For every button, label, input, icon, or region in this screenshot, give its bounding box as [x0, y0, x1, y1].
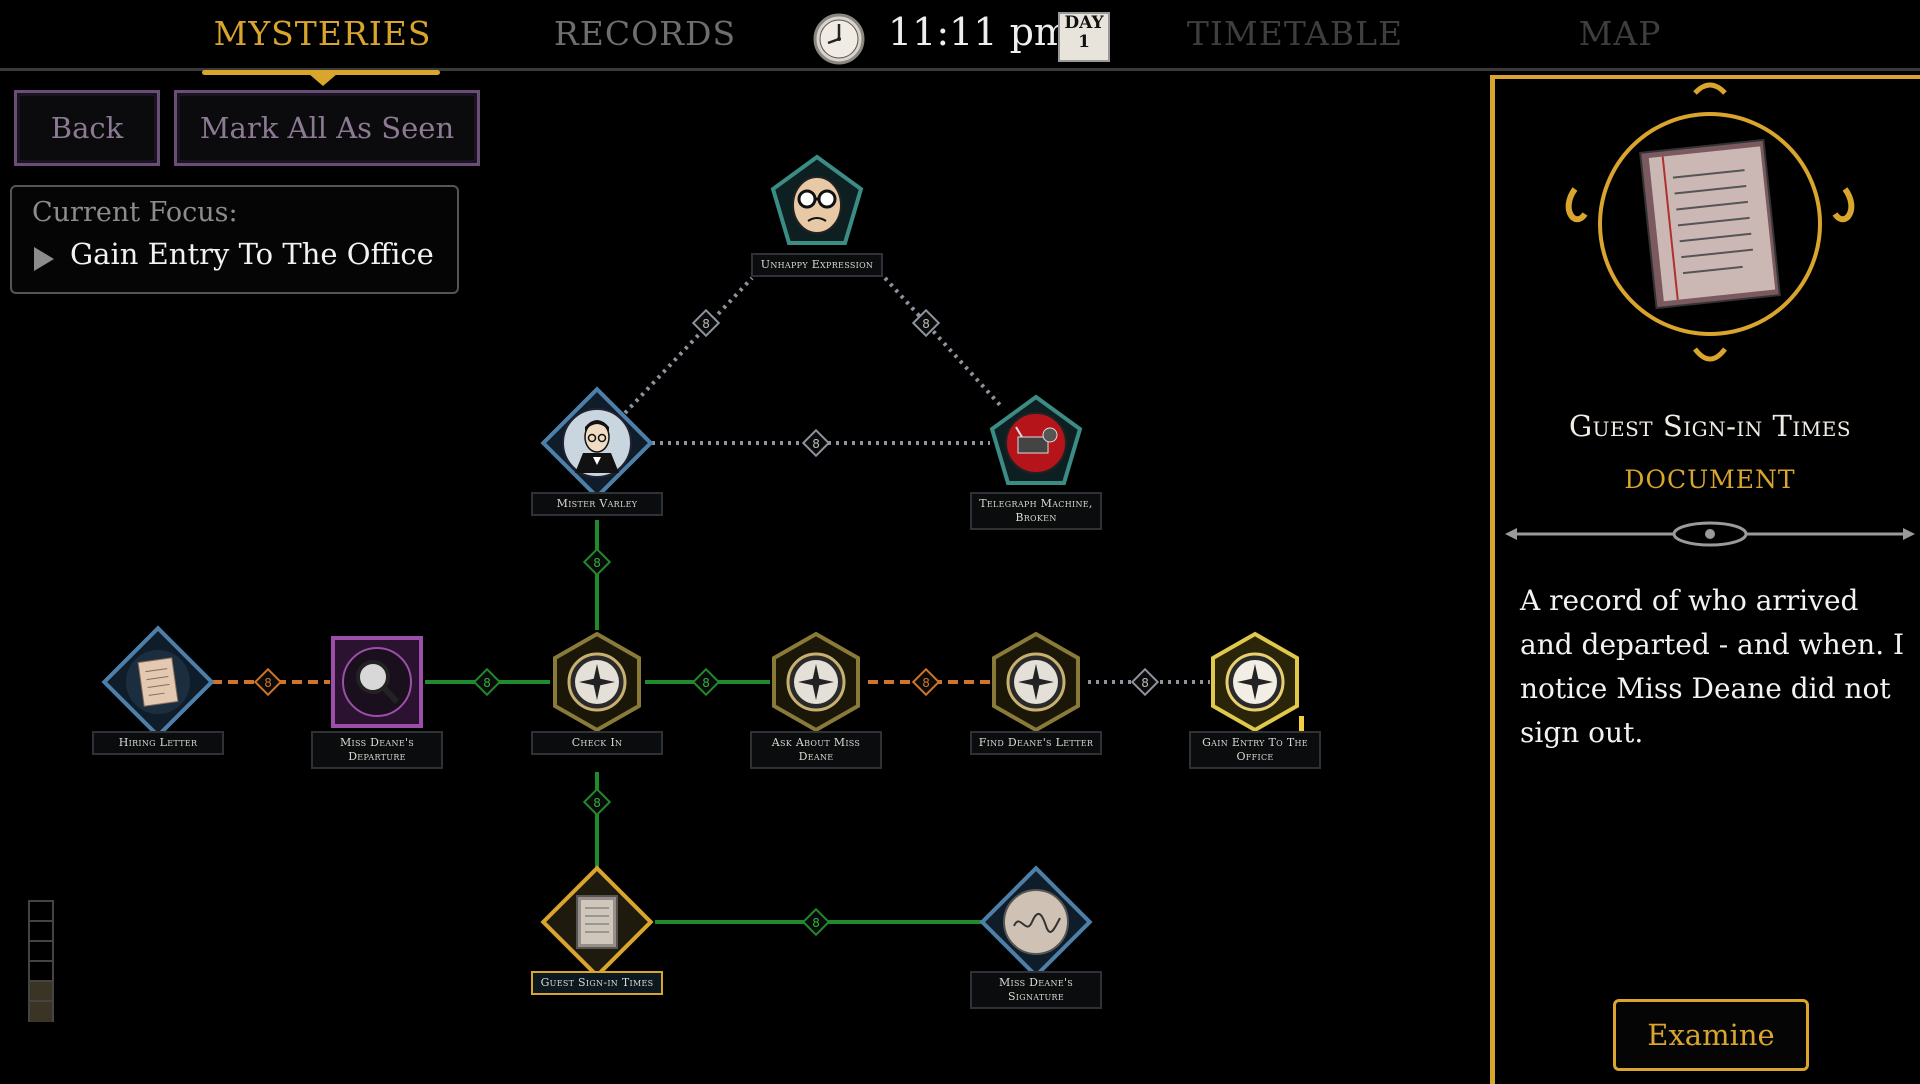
item-portrait [1565, 82, 1855, 362]
node-label-varley[interactable]: Mister Varley [531, 492, 663, 516]
node-gain-entry-to-office[interactable] [1211, 631, 1304, 740]
compass-icon [1006, 652, 1066, 712]
detail-panel: Guest Sign-in Times DOCUMENT A record of… [1490, 75, 1920, 1084]
link-connector-icon: 8 [801, 428, 831, 458]
svg-text:8: 8 [264, 676, 272, 690]
svg-text:8: 8 [702, 676, 710, 690]
scroll-segment [30, 922, 52, 942]
item-type: DOCUMENT [1624, 465, 1796, 494]
svg-text:8: 8 [702, 317, 710, 331]
node-ask-about-miss-deane[interactable] [772, 631, 860, 733]
face-glasses-icon [792, 176, 842, 234]
node-label-unhappy[interactable]: Unhappy Expression [751, 253, 883, 277]
node-label-departure[interactable]: Miss Deane's Departure [311, 731, 443, 769]
link-connector-icon: 8 [582, 787, 612, 817]
link-connector-icon: 8 [691, 308, 721, 338]
node-hiring-letter[interactable] [101, 625, 215, 739]
link-varley-unhappy [623, 276, 754, 415]
scroll-segment [30, 962, 52, 982]
svg-text:8: 8 [812, 916, 820, 930]
svg-text:8: 8 [812, 437, 820, 451]
link-connector-icon: 8 [582, 547, 612, 577]
letter-icon [137, 657, 179, 707]
link-unhappy-telegraph [883, 276, 1002, 407]
node-check-in[interactable] [553, 631, 641, 733]
node-mister-varley[interactable] [540, 386, 654, 500]
link-connector-icon: 8 [253, 667, 283, 697]
node-label-checkin[interactable]: Check In [531, 731, 663, 755]
node-guest-sign-in-times[interactable] [540, 865, 654, 979]
node-unhappy-expression[interactable] [770, 154, 864, 245]
node-label-signature[interactable]: Miss Deane's Signature [970, 971, 1102, 1009]
compass-icon [786, 652, 846, 712]
svg-text:8: 8 [593, 556, 601, 570]
node-label-gainentry[interactable]: Gain Entry To The Office [1189, 731, 1321, 769]
link-connector-icon: 8 [691, 667, 721, 697]
ledger-book-icon [1639, 138, 1781, 310]
mystery-graph: 8 8 8 8 8 8 8 8 8 8 8 Unhappy Expression… [0, 0, 1480, 1080]
node-label-findletter[interactable]: Find Deane's Letter [970, 731, 1102, 755]
ledger-icon [576, 895, 618, 949]
node-label-askabout[interactable]: Ask About Miss Deane [750, 731, 882, 769]
ornament-divider [1505, 521, 1915, 547]
link-connector-icon: 8 [1130, 667, 1160, 697]
scroll-segment-active [30, 1002, 52, 1022]
graph-links: 8 8 8 8 8 8 8 8 8 8 8 [101, 154, 1304, 979]
node-label-telegraph[interactable]: Telegraph Machine, Broken [970, 492, 1102, 530]
item-title: Guest Sign-in Times [1568, 409, 1852, 443]
svg-text:8: 8 [483, 676, 491, 690]
link-connector-icon: 8 [472, 667, 502, 697]
node-telegraph-machine[interactable] [989, 394, 1083, 485]
link-connector-icon: 8 [911, 667, 941, 697]
compass-icon [567, 652, 627, 712]
scroll-segment [30, 942, 52, 962]
node-label-hiring[interactable]: Hiring Letter [92, 731, 224, 755]
svg-text:8: 8 [922, 676, 930, 690]
scroll-segment-active [30, 982, 52, 1002]
node-find-deanes-letter[interactable] [992, 631, 1080, 733]
tab-map[interactable]: MAP [1560, 14, 1680, 53]
graph-scroll-indicator[interactable] [28, 900, 54, 1022]
svg-text:8: 8 [922, 317, 930, 331]
svg-text:8: 8 [1141, 676, 1149, 690]
examine-button[interactable]: Examine [1613, 999, 1809, 1071]
compass-icon [1225, 652, 1285, 712]
svg-text:8: 8 [593, 796, 601, 810]
node-label-signin[interactable]: Guest Sign-in Times [531, 971, 663, 995]
item-description: A record of who arrived and departed - a… [1520, 584, 1905, 749]
node-miss-deanes-signature[interactable] [979, 865, 1093, 979]
node-miss-deanes-departure[interactable] [331, 636, 423, 728]
link-connector-icon: 8 [801, 907, 831, 937]
scroll-segment [30, 902, 52, 922]
